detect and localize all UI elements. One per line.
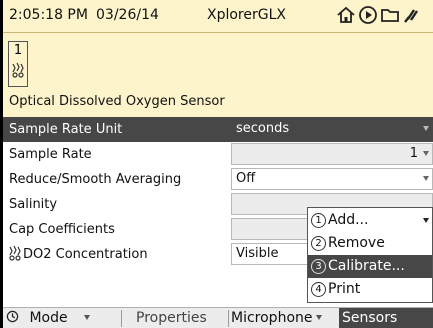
menu-item-calibrate[interactable]: 3 Calibrate... (308, 255, 432, 278)
property-label: Cap Coefficients (9, 222, 115, 237)
menu-item-label: Print (328, 281, 361, 297)
property-label: DO2 Concentration (23, 247, 148, 262)
property-row-sample-rate[interactable]: Sample Rate 1 (3, 142, 433, 167)
plug-icon[interactable] (402, 5, 422, 25)
chevron-down-icon (423, 126, 429, 131)
chevron-down-icon (83, 315, 90, 320)
xplorer-screen: 2:05:18 PM 03/26/14 XplorerGLX 1 Optical… (3, 0, 433, 328)
sensor-port-tile[interactable]: 1 (8, 41, 28, 87)
dissolved-oxygen-sensor-icon (12, 62, 24, 78)
menu-item-number: 2 (311, 236, 326, 251)
property-row-averaging[interactable]: Reduce/Smooth Averaging Off (3, 167, 433, 192)
status-date: 03/26/14 (96, 7, 159, 23)
status-time: 2:05:18 PM (9, 7, 88, 23)
sensor-name: Optical Dissolved Oxygen Sensor (9, 94, 225, 109)
chevron-down-icon (315, 315, 322, 320)
sensor-port-number: 1 (13, 43, 23, 58)
property-row-sample-rate-unit[interactable]: Sample Rate Unit seconds (3, 117, 433, 142)
chevron-down-icon (423, 176, 429, 181)
menu-item-print[interactable]: 4 Print (308, 278, 432, 301)
home-icon[interactable] (336, 5, 356, 25)
property-value: Off (236, 171, 256, 186)
play-circle-icon[interactable] (358, 5, 378, 25)
sample-rate-field[interactable]: 1 (231, 143, 433, 165)
property-value: seconds (236, 121, 290, 136)
menu-item-label: Add... (328, 212, 369, 228)
property-label-with-icon: DO2 Concentration (3, 242, 225, 267)
device-name: XplorerGLX (207, 7, 286, 23)
dissolved-oxygen-icon (9, 245, 21, 261)
mode-label: Mode (29, 310, 68, 326)
averaging-select[interactable]: Off (231, 168, 433, 190)
microphone-softkey[interactable]: Microphone (231, 308, 322, 328)
property-label: Reduce/Smooth Averaging (9, 172, 182, 187)
softkey-divider (228, 310, 229, 327)
property-label: Salinity (9, 197, 58, 212)
menu-item-number: 4 (311, 282, 326, 297)
chevron-down-icon (423, 218, 429, 223)
properties-softkey[interactable]: Properties (136, 308, 207, 328)
property-value: Visible (236, 246, 279, 261)
menu-item-add[interactable]: 1 Add... (308, 209, 432, 232)
property-label: Sample Rate (9, 147, 92, 162)
sensors-softkey[interactable]: Sensors (339, 308, 433, 328)
menu-item-label: Calibrate... (328, 258, 405, 274)
bottom-softkey-bar: Mode Properties Microphone Sensors (3, 307, 433, 328)
sensors-menu: 1 Add... 2 Remove 3 Calibrate... 4 Print (307, 207, 433, 303)
sensor-area: 1 Optical Dissolved Oxygen Sensor (3, 33, 433, 117)
menu-item-number: 3 (311, 259, 326, 274)
sample-rate-unit-select[interactable]: seconds (231, 118, 433, 140)
folder-icon[interactable] (380, 5, 400, 25)
property-label: Sample Rate Unit (9, 122, 123, 137)
microphone-label: Microphone (231, 310, 313, 326)
chevron-down-icon (423, 151, 429, 156)
menu-item-number: 1 (311, 213, 326, 228)
clock-icon (6, 310, 19, 323)
menu-item-label: Remove (328, 235, 385, 251)
menu-item-remove[interactable]: 2 Remove (308, 232, 432, 255)
softkey-divider (121, 310, 122, 327)
property-value: 1 (409, 146, 418, 161)
mode-softkey[interactable]: Mode (6, 308, 116, 328)
status-bar: 2:05:18 PM 03/26/14 XplorerGLX (3, 0, 433, 33)
